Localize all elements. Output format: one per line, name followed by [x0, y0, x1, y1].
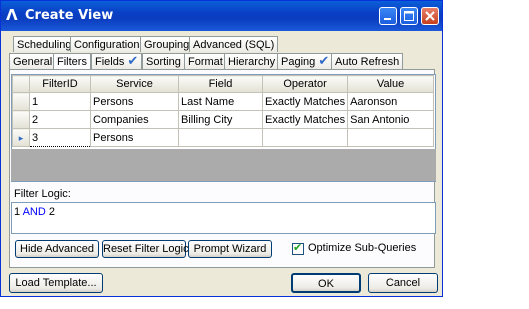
window-title: Create View [25, 8, 114, 23]
hide-advanced-button[interactable]: Hide Advanced [15, 240, 99, 258]
reset-filter-logic-button[interactable]: Reset Filter Logic [102, 240, 189, 258]
title-bar[interactable]: Λ Create View [1, 1, 442, 31]
cell-field[interactable]: Billing City [178, 110, 263, 129]
tab-label: Grouping [144, 39, 190, 51]
tab-configuration[interactable]: Configuration [70, 36, 144, 52]
grid-empty-area [11, 149, 436, 181]
close-button[interactable] [421, 7, 439, 25]
tab-fields[interactable]: Fields ✔ [91, 53, 143, 69]
filter-logic-label: Filter Logic: [14, 188, 71, 200]
tab-grouping[interactable]: Grouping [140, 36, 194, 52]
create-view-window: Λ Create View Scheduling Configuration G… [0, 0, 443, 297]
row-header[interactable] [12, 92, 30, 111]
minimize-icon [384, 18, 391, 20]
tab-label: Advanced (SQL) [193, 39, 275, 51]
table-row[interactable]: ▸ 3 Persons [12, 128, 435, 147]
cell-service[interactable]: Companies [90, 110, 179, 129]
tab-label: Scheduling [17, 39, 72, 51]
cell-filterid[interactable]: 3 [29, 128, 91, 147]
app-icon: Λ [6, 6, 18, 24]
tab-label: Sorting [146, 56, 181, 68]
tab-sorting[interactable]: Sorting [142, 53, 185, 69]
cell-value[interactable]: San Antonio [347, 110, 435, 129]
cell-filterid[interactable]: 2 [29, 110, 91, 129]
table-header-row: FilterID Service Field Operator Value [12, 75, 435, 93]
tab-hierarchy[interactable]: Hierarchy [224, 53, 280, 69]
checkmark-icon: ✔ [318, 54, 330, 69]
prompt-wizard-button[interactable]: Prompt Wizard [188, 240, 272, 258]
optimize-subqueries-label[interactable]: Optimize Sub-Queries [308, 242, 416, 254]
cell-filterid[interactable]: 1 [29, 92, 91, 111]
maximize-icon [404, 11, 414, 21]
filters-table: FilterID Service Field Operator Value 1 … [12, 75, 435, 147]
tab-filters[interactable]: Filters [53, 53, 91, 70]
tab-format[interactable]: Format [184, 53, 227, 69]
column-header-field[interactable]: Field [178, 75, 263, 93]
tab-label: Hierarchy [228, 56, 276, 68]
close-icon [425, 11, 435, 21]
column-header-filterid[interactable]: FilterID [29, 75, 91, 93]
filter-logic-operator: AND [22, 206, 46, 218]
row-header[interactable] [12, 110, 30, 129]
tab-scheduling[interactable]: Scheduling [13, 36, 76, 52]
tab-label: Filters [57, 56, 87, 68]
tab-advanced-sql[interactable]: Advanced (SQL) [189, 36, 279, 52]
filter-logic-input[interactable]: 1 AND 2 [11, 202, 436, 234]
cell-operator[interactable]: Exactly Matches [261, 110, 349, 129]
tab-label: Format [188, 56, 223, 68]
maximize-button[interactable] [400, 7, 418, 25]
cell-service[interactable]: Persons [90, 128, 179, 147]
cell-value[interactable]: Aaronson [347, 92, 435, 111]
cell-field[interactable]: Last Name [178, 92, 263, 111]
tab-label: Auto Refresh [335, 56, 400, 68]
filter-logic-term: 1 [14, 206, 21, 218]
checkmark-icon: ✔ [293, 241, 303, 254]
tab-label: Fields [95, 56, 125, 68]
cell-operator[interactable] [261, 128, 349, 147]
tab-general[interactable]: General [9, 53, 57, 69]
tab-paging[interactable]: Paging ✔ [277, 53, 334, 69]
cell-value[interactable] [347, 128, 435, 147]
column-header-operator[interactable]: Operator [261, 75, 349, 93]
optimize-subqueries-checkbox[interactable]: ✔ [292, 241, 304, 255]
ok-button[interactable]: OK [291, 273, 361, 293]
tab-label: General [13, 56, 53, 68]
table-row[interactable]: 1 Persons Last Name Exactly Matches Aaro… [12, 92, 435, 111]
tab-auto-refresh[interactable]: Auto Refresh [331, 53, 404, 69]
table-row[interactable]: 2 Companies Billing City Exactly Matches… [12, 110, 435, 129]
current-row-arrow-icon: ▸ [18, 132, 24, 143]
column-header-value[interactable]: Value [347, 75, 435, 93]
filter-logic-term: 2 [48, 206, 55, 218]
cell-operator[interactable]: Exactly Matches [261, 92, 349, 111]
tab-label: Configuration [74, 39, 140, 51]
tab-label: Paging [281, 56, 316, 68]
checkmark-icon: ✔ [127, 54, 139, 69]
load-template-button[interactable]: Load Template... [9, 273, 103, 293]
minimize-button[interactable] [379, 7, 397, 25]
cancel-button[interactable]: Cancel [368, 273, 438, 293]
cell-field[interactable] [178, 128, 263, 147]
column-header-service[interactable]: Service [90, 75, 179, 93]
row-header[interactable]: ▸ [12, 128, 30, 147]
cell-service[interactable]: Persons [90, 92, 179, 111]
row-header-corner [12, 75, 30, 93]
